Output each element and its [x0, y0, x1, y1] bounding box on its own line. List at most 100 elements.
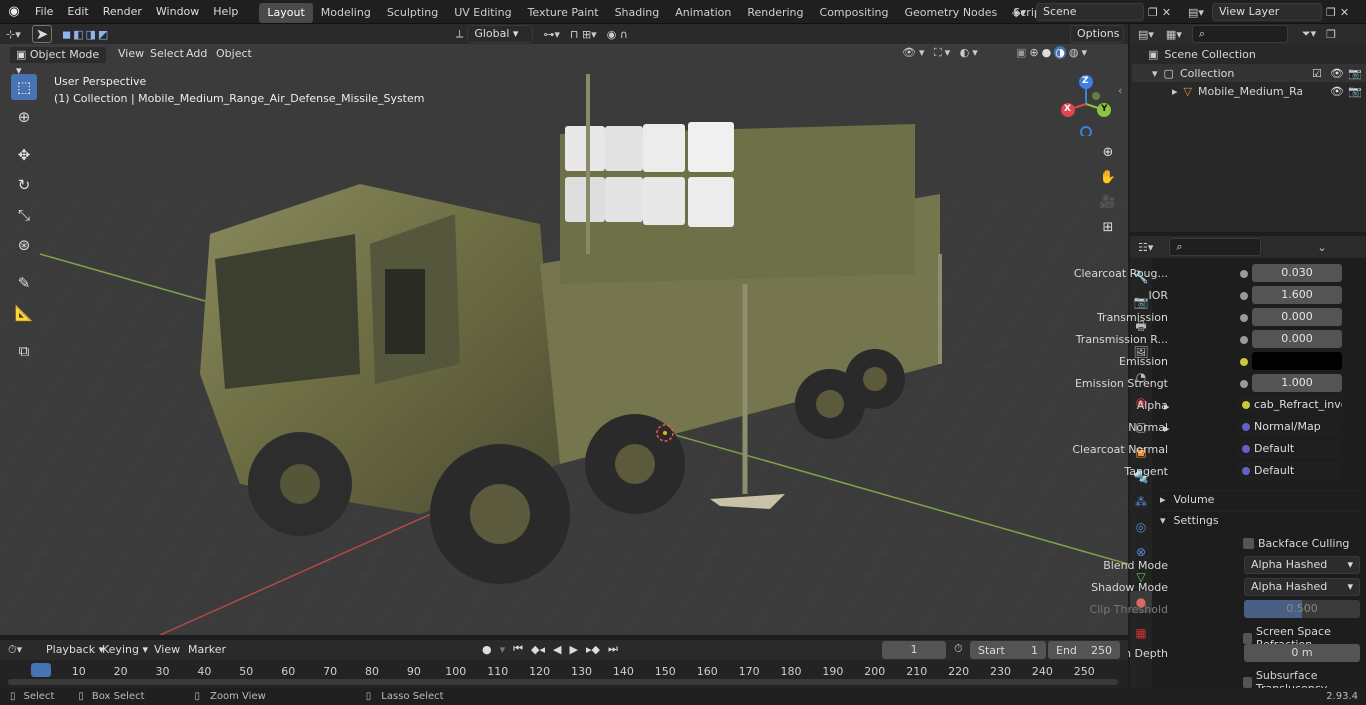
- start-frame-field[interactable]: Start 1: [970, 641, 1046, 659]
- clip-threshold-slider[interactable]: 0.500: [1244, 600, 1360, 618]
- playhead[interactable]: [31, 663, 51, 677]
- tab-compositing[interactable]: Compositing: [812, 3, 897, 23]
- alpha-link-field[interactable]: cab_Refract_invert.p...: [1238, 396, 1342, 414]
- expand-arrow-icon[interactable]: ▸: [1172, 85, 1178, 98]
- menu-edit[interactable]: Edit: [60, 0, 95, 24]
- scene-field[interactable]: Scene: [1036, 3, 1144, 21]
- exclude-checkbox-icon[interactable]: ☑: [1312, 67, 1322, 80]
- scale-tool-icon[interactable]: ⤡: [11, 202, 37, 228]
- marker-menu[interactable]: Marker: [182, 641, 232, 659]
- shading-mode-buttons[interactable]: ▣ ⊕ ● ◑ ◍ ▾: [1016, 46, 1087, 59]
- timeline-view-menu[interactable]: View: [148, 641, 186, 659]
- subsurface-translucency-box[interactable]: [1243, 676, 1252, 688]
- menu-add[interactable]: Add: [180, 45, 213, 63]
- zoom-icon[interactable]: ⊕: [1096, 140, 1120, 164]
- volume-panel-header[interactable]: ▸ Volume: [1156, 490, 1362, 508]
- play-icon[interactable]: ▶: [570, 643, 578, 656]
- shading-options-icon[interactable]: ▾: [1081, 46, 1087, 59]
- end-frame-field[interactable]: End 250: [1048, 641, 1120, 659]
- tab-modeling[interactable]: Modeling: [313, 3, 379, 23]
- collapse-arrow-icon[interactable]: ▾: [1152, 67, 1158, 80]
- record-options-icon[interactable]: ▾: [500, 643, 506, 656]
- display-mode-icon[interactable]: ▦▾: [1166, 28, 1182, 41]
- proportional-edit-icon[interactable]: ◉ ∩: [607, 28, 628, 41]
- blender-logo-icon[interactable]: ◉: [0, 4, 28, 19]
- properties-options-icon[interactable]: ⌄: [1317, 241, 1326, 254]
- menu-object[interactable]: Object: [210, 45, 258, 63]
- shadow-mode-dropdown[interactable]: Alpha Hashed ▾: [1244, 578, 1360, 596]
- backface-culling-checkbox[interactable]: Backface Culling: [1243, 537, 1349, 550]
- sidebar-toggle-icon[interactable]: ‹: [1118, 84, 1122, 97]
- annotate-tool-icon[interactable]: ✎: [11, 270, 37, 296]
- material-shading-icon[interactable]: ◑: [1054, 46, 1066, 59]
- physics-tab-icon[interactable]: ◎: [1130, 516, 1152, 538]
- visibility-eye-icon[interactable]: 👁: [1330, 67, 1344, 80]
- tab-sculpting[interactable]: Sculpting: [379, 3, 446, 23]
- rotate-tool-icon[interactable]: ↻: [11, 172, 37, 198]
- backface-culling-box[interactable]: [1243, 538, 1254, 549]
- menu-window[interactable]: Window: [149, 0, 206, 24]
- 3d-viewport[interactable]: User Perspective (1) Collection | Mobile…: [0, 44, 1128, 635]
- viewport-visibility-icons[interactable]: 👁▾ ⛶▾ ◐▾: [902, 46, 981, 60]
- object-visibility-eye-icon[interactable]: 👁: [1330, 85, 1344, 98]
- view-layer-field[interactable]: View Layer: [1212, 3, 1322, 21]
- emission-color-swatch[interactable]: [1252, 352, 1342, 370]
- select-tool-icon[interactable]: ➤: [32, 25, 52, 43]
- tab-layout[interactable]: Layout: [259, 2, 313, 23]
- wireframe-shading-icon[interactable]: ⊕: [1029, 46, 1038, 59]
- normal-link-field[interactable]: Normal/Map: [1238, 418, 1342, 436]
- copy-view-layer-icon[interactable]: ❐: [1326, 6, 1336, 19]
- cursor-tool-icon[interactable]: ⊕: [11, 104, 37, 130]
- filter-icon[interactable]: ⏷▾: [1302, 27, 1316, 41]
- screen-space-refraction-box[interactable]: [1243, 632, 1252, 644]
- select-mode-icons[interactable]: ◼◧◨◩: [62, 28, 110, 41]
- refraction-depth-field[interactable]: 0 m: [1244, 644, 1360, 662]
- collection-row[interactable]: ▾ ▢ Collection ☑ 👁 📷: [1132, 64, 1366, 82]
- settings-panel-header[interactable]: ▾ Settings: [1156, 511, 1362, 529]
- solid-shading-icon[interactable]: ●: [1042, 46, 1052, 59]
- copy-scene-icon[interactable]: ❐: [1148, 6, 1158, 19]
- blend-mode-dropdown[interactable]: Alpha Hashed ▾: [1244, 556, 1360, 574]
- pivot-icon[interactable]: ⊶▾: [543, 28, 560, 41]
- measure-tool-icon[interactable]: 📐: [11, 300, 37, 326]
- menu-file[interactable]: File: [28, 0, 60, 24]
- current-frame-field[interactable]: 1: [882, 641, 946, 659]
- menu-help[interactable]: Help: [206, 0, 245, 24]
- xray-icon[interactable]: ▣: [1016, 46, 1026, 59]
- outliner-editor-icon[interactable]: ▤▾: [1138, 28, 1154, 41]
- jump-start-icon[interactable]: ⏮: [513, 642, 523, 656]
- jump-end-icon[interactable]: ⏭: [608, 642, 618, 656]
- move-tool-icon[interactable]: ✥: [11, 142, 37, 168]
- snap-icon[interactable]: ⊓ ⊞▾: [570, 28, 597, 41]
- transform-tool-icon[interactable]: ⊛: [11, 232, 37, 258]
- prev-keyframe-icon[interactable]: ◆◂: [531, 643, 545, 656]
- options-dropdown[interactable]: Options ▾: [1070, 25, 1124, 56]
- timeline-editor-icon[interactable]: ⏱▾: [8, 643, 22, 657]
- play-reverse-icon[interactable]: ◀: [553, 643, 561, 656]
- record-icon[interactable]: ●: [482, 643, 492, 656]
- transmission-field[interactable]: 0.000: [1252, 308, 1342, 326]
- camera-icon[interactable]: 🎥: [1096, 190, 1120, 214]
- keying-menu[interactable]: Keying ▾: [96, 641, 154, 659]
- select-box-tool-icon[interactable]: ⬚: [11, 74, 37, 100]
- scene-selector[interactable]: ◈▾ Scene ❐ ✕: [1012, 3, 1171, 21]
- rendered-shading-icon[interactable]: ◍: [1069, 46, 1079, 59]
- scene-collection-row[interactable]: ▣ Scene Collection: [1148, 48, 1256, 61]
- outliner-search-input[interactable]: ⌕: [1191, 25, 1288, 43]
- object-render-camera-icon[interactable]: 📷: [1348, 85, 1362, 98]
- close-scene-icon[interactable]: ✕: [1162, 6, 1171, 19]
- object-row[interactable]: ▸ ▽ Mobile_Medium_Range_A 👁 📷: [1132, 82, 1366, 100]
- tab-texture-paint[interactable]: Texture Paint: [520, 3, 607, 23]
- particles-tab-icon[interactable]: ⁂: [1130, 491, 1152, 513]
- tab-uv-editing[interactable]: UV Editing: [446, 3, 519, 23]
- texture-tab-icon[interactable]: ▦: [1130, 622, 1152, 644]
- pan-hand-icon[interactable]: ✋: [1096, 165, 1120, 189]
- mode-dropdown[interactable]: ▣ Object Mode ▾: [9, 46, 107, 77]
- close-view-layer-icon[interactable]: ✕: [1340, 6, 1349, 19]
- add-cube-tool-icon[interactable]: ⧉: [11, 338, 37, 364]
- tab-rendering[interactable]: Rendering: [739, 3, 811, 23]
- properties-search-input[interactable]: ⌕: [1169, 238, 1262, 256]
- clearcoat-roughness-field[interactable]: 0.030: [1252, 264, 1342, 282]
- tab-animation[interactable]: Animation: [667, 3, 739, 23]
- tangent-field[interactable]: Default: [1238, 462, 1342, 480]
